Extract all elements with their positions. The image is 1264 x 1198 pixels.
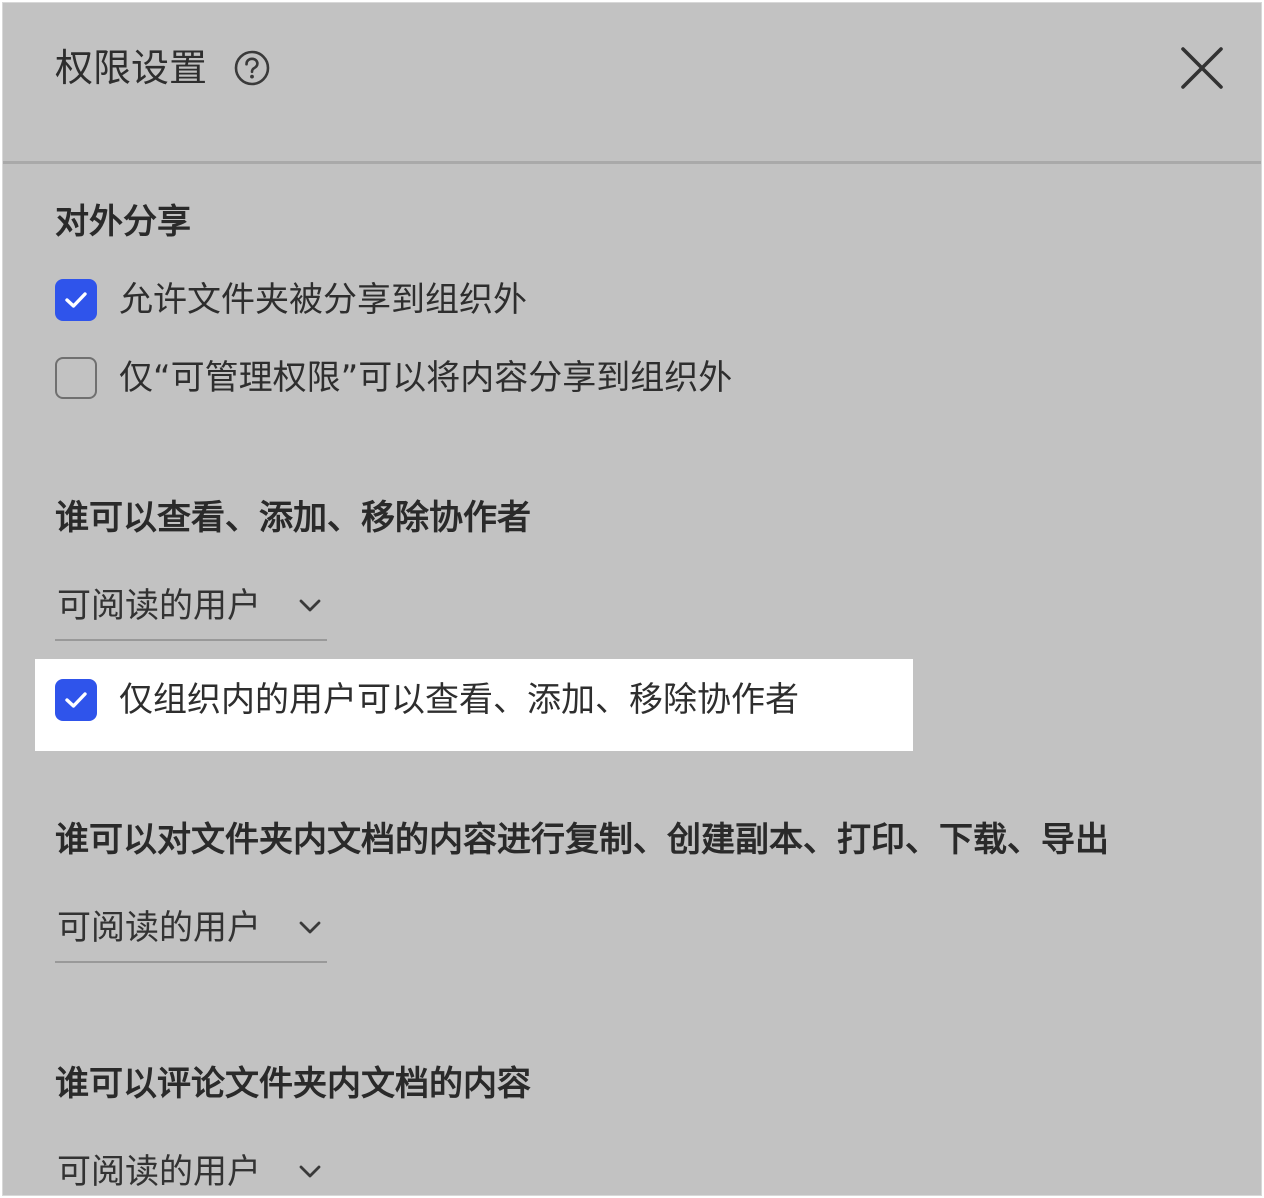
question-circle-icon[interactable] xyxy=(233,49,271,87)
dialog-header: 权限设置 xyxy=(3,3,1261,164)
checkmark-icon xyxy=(65,692,87,708)
comment-permission-title: 谁可以评论文件夹内文档的内容 xyxy=(55,1064,531,1104)
internal-only-collaborators-label: 仅组织内的用户可以查看、添加、移除协作者 xyxy=(119,680,799,720)
copy-permission-value: 可阅读的用户 xyxy=(57,908,261,948)
comment-permission-value: 可阅读的用户 xyxy=(57,1152,261,1192)
internal-only-collaborators-checkbox[interactable] xyxy=(55,679,97,721)
collaborators-permission-select[interactable]: 可阅读的用户 xyxy=(55,579,327,641)
comment-permission-select[interactable]: 可阅读的用户 xyxy=(55,1145,327,1195)
allow-external-share-label: 允许文件夹被分享到组织外 xyxy=(119,280,527,320)
copy-permission-select[interactable]: 可阅读的用户 xyxy=(55,901,327,963)
chevron-down-icon xyxy=(297,1163,323,1181)
external-share-title: 对外分享 xyxy=(55,202,191,242)
manager-only-external-share-checkbox[interactable] xyxy=(55,357,97,399)
allow-external-share-checkbox[interactable] xyxy=(55,279,97,321)
collaborators-permission-value: 可阅读的用户 xyxy=(57,586,261,626)
chevron-down-icon xyxy=(297,919,323,937)
chevron-down-icon xyxy=(297,597,323,615)
manager-only-external-share-label: 仅“可管理权限”可以将内容分享到组织外 xyxy=(119,358,733,398)
copy-permission-title: 谁可以对文件夹内文档的内容进行复制、创建副本、打印、下载、导出 xyxy=(55,820,1109,860)
permission-settings-dialog: 权限设置 对外分享 允许文件夹被分享到组织外 仅“可管理权限”可以将内容分享到组… xyxy=(2,2,1262,1196)
dialog-title: 权限设置 xyxy=(55,46,208,90)
checkmark-icon xyxy=(65,292,87,308)
close-icon[interactable] xyxy=(1175,43,1225,93)
collaborators-title: 谁可以查看、添加、移除协作者 xyxy=(55,498,531,538)
